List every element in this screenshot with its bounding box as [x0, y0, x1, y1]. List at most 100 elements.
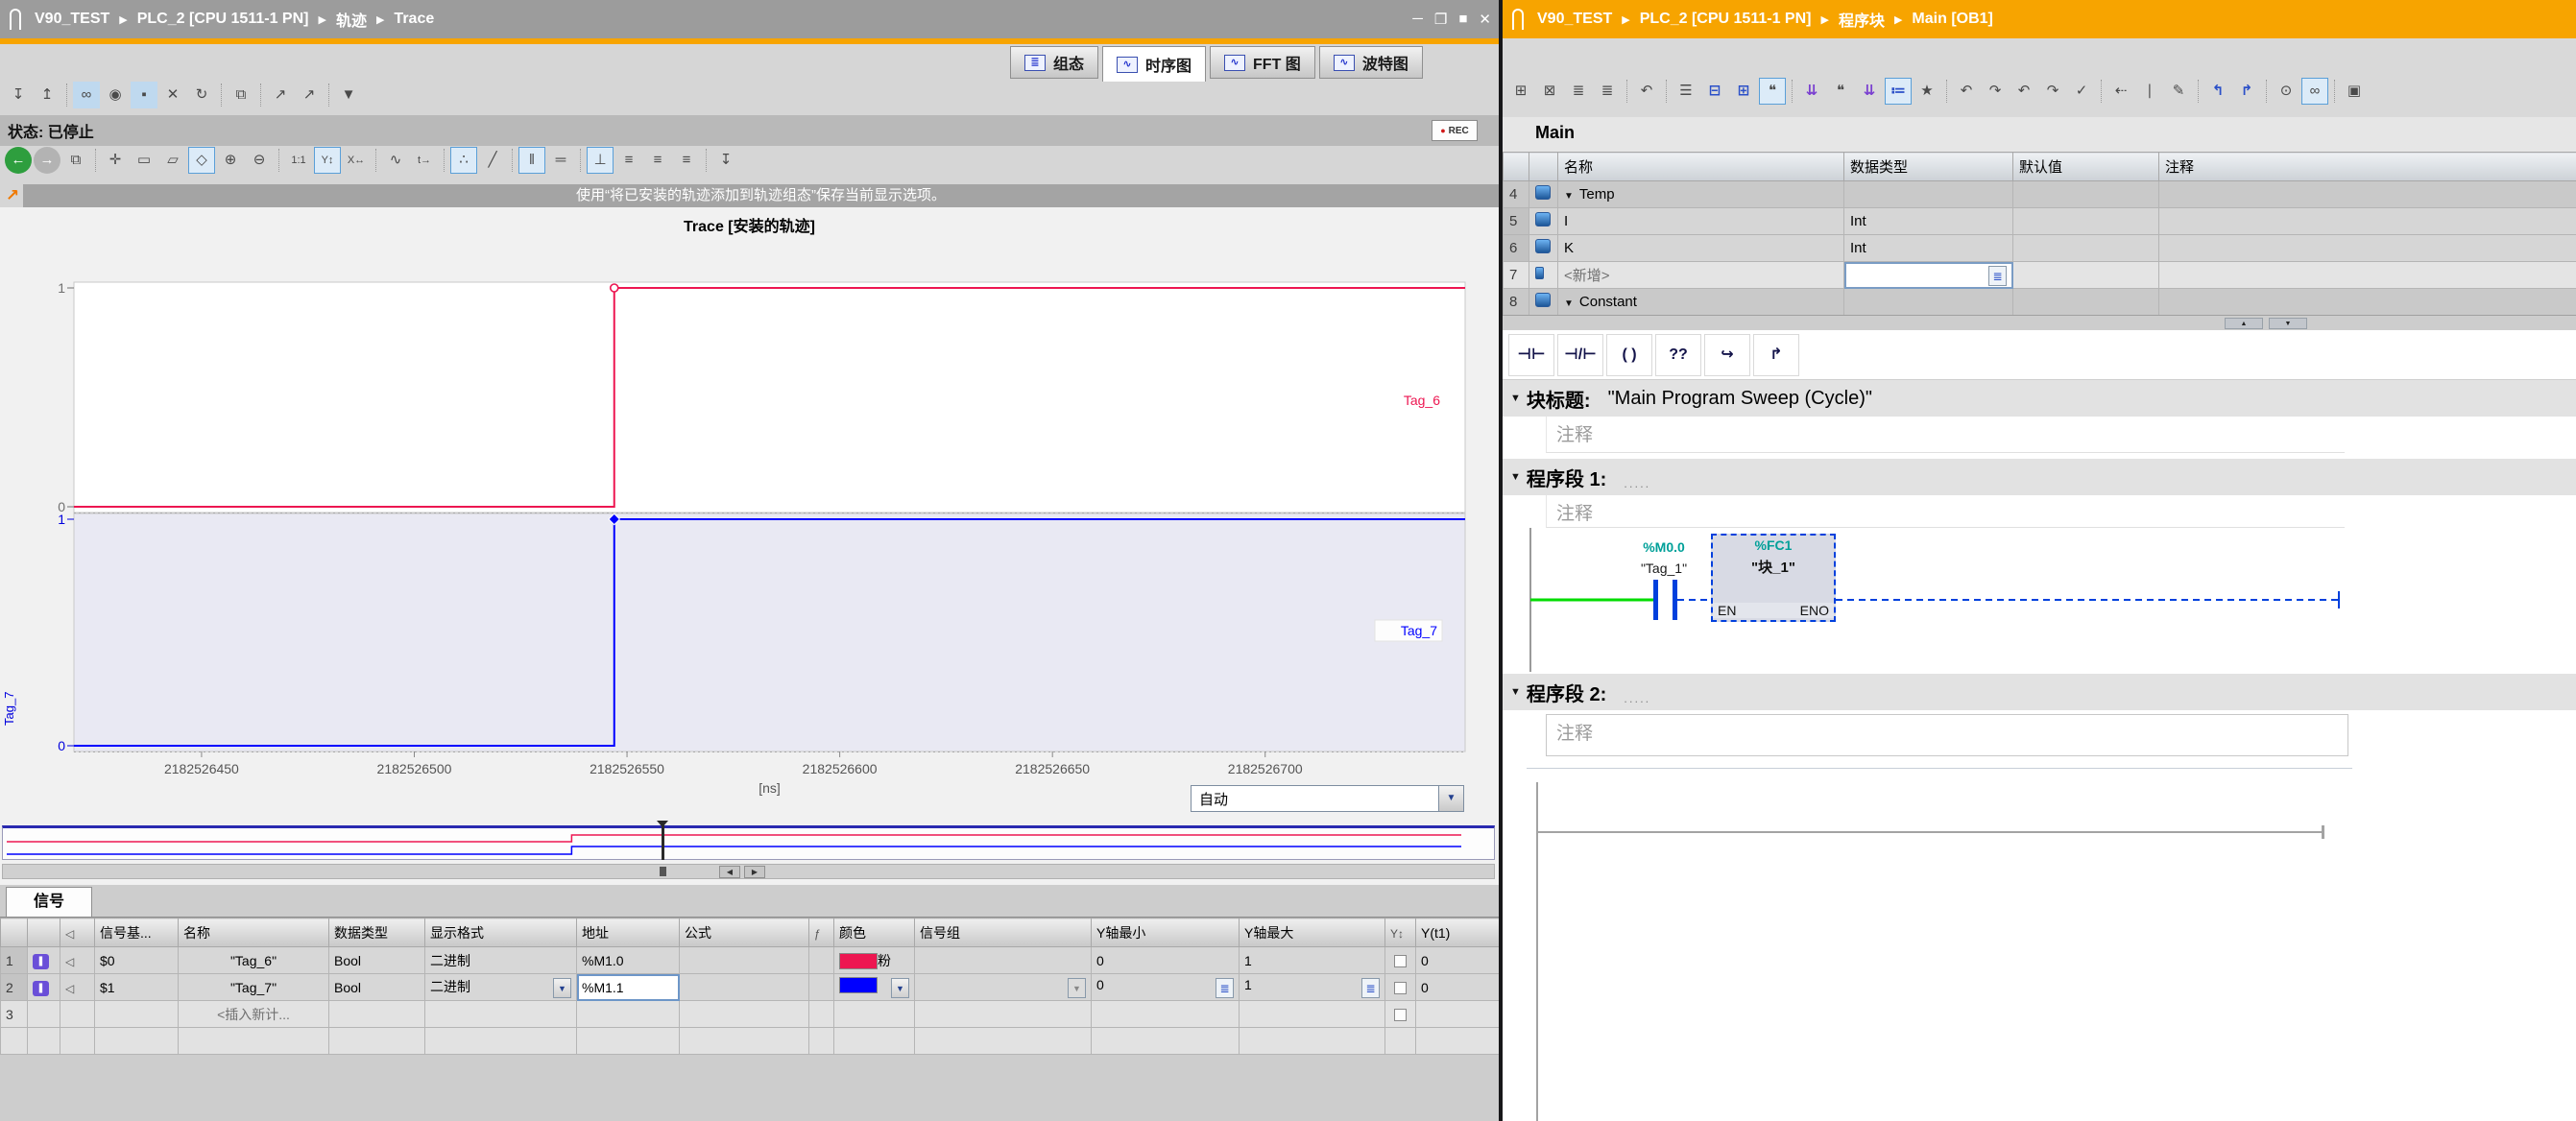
- nc-contact-icon[interactable]: ⊣/⊢: [1557, 334, 1603, 376]
- time-alignment-icon[interactable]: t→: [411, 147, 438, 174]
- breadcrumb-traces[interactable]: 轨迹: [336, 8, 367, 31]
- var-default[interactable]: [2013, 262, 2159, 289]
- var-type[interactable]: Int: [1844, 235, 2013, 262]
- maximize-icon[interactable]: ■: [1458, 11, 1467, 28]
- insert-row-icon[interactable]: ≣: [1565, 78, 1592, 105]
- upload-trace-icon[interactable]: ↥: [34, 82, 60, 108]
- address-cell-selected[interactable]: %M1.1: [577, 974, 680, 1001]
- var-type[interactable]: [1844, 181, 2013, 208]
- col-yt1[interactable]: Y(t1): [1416, 918, 1500, 947]
- signal-name-cell[interactable]: "Tag_6": [179, 947, 329, 974]
- col-y-min[interactable]: Y轴最小: [1092, 918, 1240, 947]
- data-type-cell[interactable]: Bool: [329, 974, 425, 1001]
- var-name[interactable]: I: [1564, 213, 1568, 229]
- speaker-icon-header[interactable]: ◁: [60, 918, 95, 947]
- chevron-down-icon[interactable]: ▼: [1068, 978, 1086, 998]
- trace-overview-strip[interactable]: [2, 825, 1495, 860]
- interpolation-icon[interactable]: ∿: [382, 147, 409, 174]
- tab-time-diagram[interactable]: ∿ 时序图: [1102, 46, 1206, 82]
- signal-name-cell[interactable]: "Tag_7": [179, 974, 329, 1001]
- expand-networks-icon[interactable]: ⊞: [1730, 78, 1757, 105]
- fc-name[interactable]: "块_1": [1713, 557, 1834, 577]
- formula-icon-header[interactable]: ƒ: [809, 918, 834, 947]
- insert-new-cell[interactable]: <插入新计...: [179, 1001, 329, 1028]
- operand-display-icon[interactable]: ⇊: [1798, 78, 1825, 105]
- breadcrumb-main-ob1[interactable]: Main [OB1]: [1912, 11, 1992, 28]
- tab-bode-diagram[interactable]: ∿ 波特图: [1319, 46, 1423, 79]
- var-name[interactable]: Constant: [1579, 294, 1637, 310]
- breadcrumb-program-blocks[interactable]: 程序块: [1839, 8, 1885, 31]
- var-name[interactable]: Temp: [1579, 186, 1615, 203]
- favorites-toggle-icon[interactable]: ★: [1914, 78, 1940, 105]
- var-comment[interactable]: [2159, 262, 2576, 289]
- breadcrumb-plc[interactable]: PLC_2 [CPU 1511-1 PN]: [1640, 11, 1812, 28]
- anchor-signal-icon[interactable]: ↧: [712, 147, 739, 174]
- monitoring-on-icon[interactable]: ∞: [2301, 78, 2328, 105]
- contact-bar-left[interactable]: [1653, 580, 1658, 620]
- zoom-selection-icon[interactable]: ▭: [131, 147, 157, 174]
- pan-icon[interactable]: ✛: [102, 147, 129, 174]
- detach-view-icon[interactable]: ⧉: [62, 147, 89, 174]
- zoom-free-icon[interactable]: ▱: [159, 147, 186, 174]
- signal-row-tag6[interactable]: 1 ❚ ◁ $0 "Tag_6" Bool 二进制 %M1.0 粉 0 1 0: [1, 947, 1500, 974]
- y-scale-icon-header[interactable]: Y↕: [1385, 918, 1416, 947]
- color-swatch[interactable]: [839, 953, 878, 969]
- col-data-type[interactable]: 数据类型: [329, 918, 425, 947]
- undo-error-icon[interactable]: ↶: [1953, 78, 1980, 105]
- color-cell[interactable]: ▼: [834, 974, 915, 1001]
- signal-group-cell[interactable]: ▼: [915, 974, 1092, 1001]
- legend-right-icon[interactable]: ≡: [673, 147, 700, 174]
- signal-tab[interactable]: 信号: [6, 887, 92, 918]
- interface-row-k[interactable]: 6 K Int: [1504, 235, 2576, 262]
- col-name[interactable]: 名称: [1558, 153, 1844, 181]
- empty-rung-wire[interactable]: [1536, 831, 2323, 833]
- var-type[interactable]: [1844, 289, 2013, 316]
- vertical-rulers-icon[interactable]: ‖: [518, 147, 545, 174]
- var-default[interactable]: [2013, 181, 2159, 208]
- block-title-strip[interactable]: ▼ 块标题: "Main Program Sweep (Cycle)": [1503, 380, 2576, 417]
- repeat-measurement-icon[interactable]: ↻: [188, 82, 215, 108]
- insert-network-icon[interactable]: ⊞: [1507, 78, 1534, 105]
- col-comment[interactable]: 注释: [2159, 153, 2576, 181]
- list-button-icon[interactable]: ≣: [1988, 266, 2007, 286]
- overview-scrollbar[interactable]: ◀ ▶: [2, 864, 1495, 879]
- var-name[interactable]: K: [1564, 240, 1574, 256]
- interface-row-i[interactable]: 5 I Int: [1504, 208, 2576, 235]
- en-pin[interactable]: EN: [1718, 603, 1736, 618]
- display-format-cell[interactable]: 二进制▼: [425, 974, 577, 1001]
- tab-fft-diagram[interactable]: ∿ FFT 图: [1210, 46, 1315, 79]
- list-button-icon[interactable]: ≣: [1361, 978, 1380, 998]
- col-y-max[interactable]: Y轴最大: [1240, 918, 1385, 947]
- eno-pin[interactable]: ENO: [1800, 603, 1829, 618]
- monitor-trace-icon[interactable]: ∞: [73, 82, 100, 108]
- y-scale-100-icon[interactable]: Y↕: [314, 147, 341, 174]
- scroll-left-icon[interactable]: ◀: [719, 866, 740, 878]
- coil-icon[interactable]: ( ): [1606, 334, 1652, 376]
- network-2-strip[interactable]: ▼ 程序段 2: .....: [1503, 674, 2576, 710]
- type-edit-cell[interactable]: ≣: [1844, 262, 2013, 289]
- contact-tag[interactable]: "Tag_1": [1611, 560, 1717, 576]
- block-comment[interactable]: 注释: [1546, 417, 2345, 453]
- comment-display-icon[interactable]: ❝: [1827, 78, 1854, 105]
- chevron-down-icon[interactable]: ▼: [891, 978, 909, 998]
- close-icon[interactable]: ✕: [1479, 11, 1491, 28]
- signal-base-cell[interactable]: $0: [95, 947, 179, 974]
- collapse-triangle-icon[interactable]: ▼: [1564, 191, 1574, 202]
- data-lock-icon[interactable]: ▣: [2341, 78, 2368, 105]
- goto-previous-icon[interactable]: ⇠: [2107, 78, 2134, 105]
- splitter-down-icon[interactable]: ▼: [2269, 318, 2307, 329]
- tab-configuration[interactable]: ≣ 组态: [1010, 46, 1098, 79]
- collapse-triangle-icon[interactable]: ▼: [1510, 686, 1521, 698]
- signal-base-cell[interactable]: $1: [95, 974, 179, 1001]
- delete-row-icon[interactable]: ≣: [1594, 78, 1621, 105]
- redo-error-icon[interactable]: ↷: [1982, 78, 2009, 105]
- show-samples-icon[interactable]: ∴: [450, 147, 477, 174]
- float-icon[interactable]: ❐: [1434, 11, 1447, 28]
- y-scale-checkbox[interactable]: [1394, 982, 1407, 994]
- var-comment[interactable]: [2159, 181, 2576, 208]
- draw-line-icon[interactable]: ╱: [479, 147, 506, 174]
- close-branch-icon[interactable]: ↱: [1753, 334, 1799, 376]
- trace-chart[interactable]: 1010218252645021825265002182526550218252…: [0, 207, 1499, 822]
- export-measurement-icon[interactable]: ↗: [267, 82, 294, 108]
- goto-usage-icon[interactable]: ✎: [2165, 78, 2192, 105]
